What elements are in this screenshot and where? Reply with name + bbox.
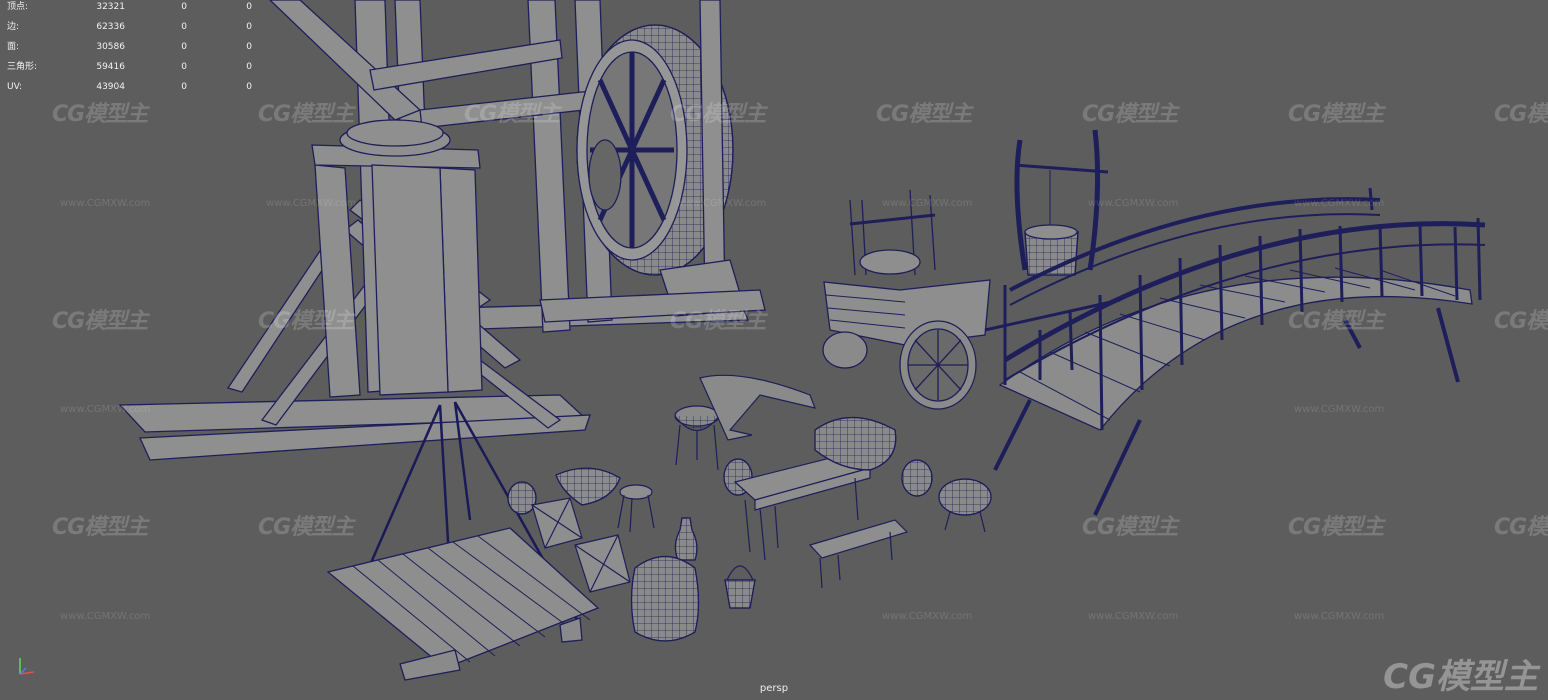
watermark-url: www.CGMXW.com bbox=[60, 611, 151, 622]
hud-value: 0 bbox=[181, 22, 187, 32]
watermark-logo: CG模型主 bbox=[1082, 102, 1178, 127]
hud-value: 62336 bbox=[96, 22, 125, 32]
watermark-logo: CG模型主 bbox=[1288, 515, 1384, 540]
watermark-logo: CG模型主 bbox=[258, 309, 354, 334]
watermark-logo: CG模型主 bbox=[258, 515, 354, 540]
small-bench-model bbox=[808, 519, 909, 589]
watermark-url: www.CGMXW.com bbox=[882, 611, 973, 622]
watermark-logo: CG模型主 bbox=[670, 102, 766, 127]
maya-perspective-viewport[interactable]: CG模型主 CG模型主 CG模型主 CG模型主 CG模型主 CG模型主 CG模型… bbox=[0, 0, 1548, 700]
watermark-url: www.CGMXW.com bbox=[60, 198, 151, 209]
hud-value: 30586 bbox=[96, 42, 125, 52]
crate-model bbox=[574, 534, 631, 593]
watermark-url: www.CGMXW.com bbox=[266, 198, 357, 209]
hud-value: 0 bbox=[181, 82, 187, 92]
hud-label: 边: bbox=[7, 22, 20, 32]
stool-model bbox=[617, 484, 655, 533]
hud-label: 顶点: bbox=[7, 2, 29, 12]
watermark-logo: CG模型主 bbox=[52, 309, 148, 334]
watermark-url: www.CGMXW.com bbox=[1294, 198, 1385, 209]
waterwheel-mill-model[interactable] bbox=[118, 0, 766, 461]
watermark-url: www.CGMXW.com bbox=[882, 198, 973, 209]
watermark-url: www.CGMXW.com bbox=[60, 404, 151, 415]
watermark-url: www.CGMXW.com bbox=[1294, 404, 1385, 415]
view-axis-icon bbox=[19, 658, 35, 675]
watermark-url: www.CGMXW.com bbox=[1294, 611, 1385, 622]
watermark-logo: CG模型主 bbox=[1288, 102, 1384, 127]
hud-value: 0 bbox=[246, 62, 252, 72]
hud-value: 0 bbox=[246, 42, 252, 52]
small-barrel-model bbox=[507, 481, 537, 515]
brazier-model bbox=[674, 405, 720, 471]
hud-value: 0 bbox=[246, 82, 252, 92]
watermark-logo: CG模型主 bbox=[1494, 515, 1548, 540]
watermark-logo: CG模型主 bbox=[1288, 309, 1384, 334]
tool-model bbox=[699, 374, 816, 441]
basket-model bbox=[901, 459, 933, 497]
watermark-logo: CG模型主 bbox=[1494, 309, 1548, 334]
watermark-logo: CG模型主 bbox=[876, 102, 972, 127]
pot-model bbox=[938, 478, 992, 533]
hud-value: 0 bbox=[181, 42, 187, 52]
hud-value: 59416 bbox=[96, 62, 125, 72]
hud-label: 三角形: bbox=[7, 62, 38, 72]
hud-value: 0 bbox=[181, 2, 187, 12]
hud-value: 0 bbox=[246, 22, 252, 32]
watermark-url: www.CGMXW.com bbox=[1088, 611, 1179, 622]
watermark-url: www.CGMXW.com bbox=[1088, 198, 1179, 209]
bucket-model bbox=[724, 565, 756, 609]
watermark-logo: CG模型主 bbox=[670, 309, 766, 334]
watermark-logo: CG模型主 bbox=[1494, 102, 1548, 127]
hud-value: 43904 bbox=[96, 82, 125, 92]
watermark-logo: CG模型主 bbox=[464, 102, 560, 127]
hud-value: 0 bbox=[181, 62, 187, 72]
watermark-logo: CG模型主 bbox=[258, 102, 354, 127]
bottle-model bbox=[674, 517, 698, 561]
watermark-logo: CG模型主 bbox=[52, 102, 148, 127]
watermark-logo: CG模型主 bbox=[1082, 515, 1178, 540]
crate-model bbox=[531, 497, 583, 549]
hud-value: 32321 bbox=[96, 2, 125, 12]
hud-label: UV: bbox=[7, 82, 23, 92]
barrel-model bbox=[630, 556, 700, 642]
hud-value: 0 bbox=[246, 2, 252, 12]
watermark-url: www.CGMXW.com bbox=[676, 198, 767, 209]
watermark-logo: CG模型主 bbox=[52, 515, 148, 540]
hud-label: 面: bbox=[7, 42, 20, 52]
camera-name-label: persp bbox=[759, 683, 789, 694]
